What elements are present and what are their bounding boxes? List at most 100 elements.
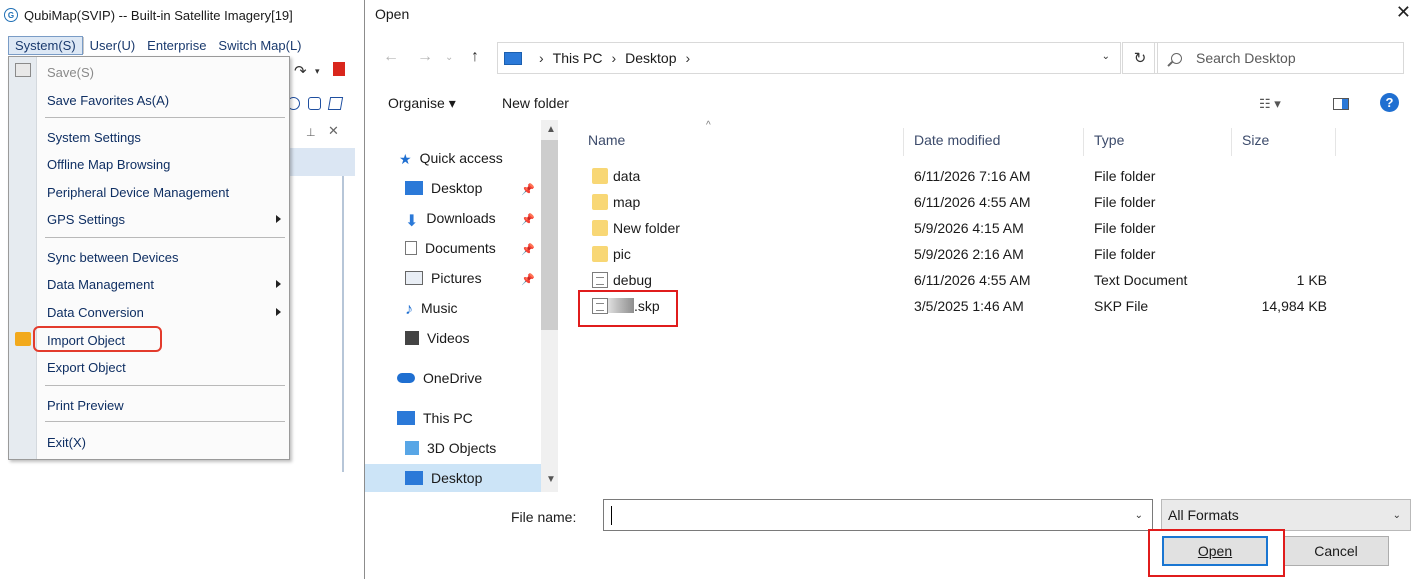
menu-switch-map[interactable]: Switch Map(L) xyxy=(212,37,307,54)
refresh-icon[interactable]: ↻ xyxy=(1122,42,1158,74)
pin-panel-icon[interactable]: ⊥ xyxy=(306,126,316,139)
column-divider[interactable] xyxy=(1335,128,1336,156)
system-menu: Save(S) Save Favorites As(A) System Sett… xyxy=(8,56,290,460)
menu-system[interactable]: System(S) xyxy=(8,35,83,55)
chevron-down-icon[interactable]: ⌄ xyxy=(1135,510,1143,521)
delete-icon xyxy=(333,62,345,76)
menu-item-print-preview[interactable]: Print Preview xyxy=(37,393,289,417)
file-type: SKP File xyxy=(1094,298,1149,314)
menu-item-data-conversion[interactable]: Data Conversion xyxy=(37,300,289,324)
text-caret xyxy=(611,506,612,525)
highlight-skp-file xyxy=(578,290,678,327)
nav-downloads[interactable]: ⬇ Downloads xyxy=(405,204,496,232)
folder-icon xyxy=(592,246,608,262)
folder-icon xyxy=(592,194,608,210)
menu-item-peripheral-device-management[interactable]: Peripheral Device Management xyxy=(37,180,289,204)
nav-desktop[interactable]: Desktop xyxy=(405,464,482,492)
menu-item-offline-map-browsing[interactable]: Offline Map Browsing xyxy=(37,152,289,176)
file-row[interactable]: data 6/11/2026 7:16 AM File folder xyxy=(565,163,1365,189)
panel-border xyxy=(342,176,344,472)
nav-3d-objects[interactable]: 3D Objects xyxy=(405,434,496,462)
column-divider[interactable] xyxy=(903,128,904,156)
menu-item-save[interactable]: Save(S) xyxy=(37,60,289,84)
menu-item-system-settings[interactable]: System Settings xyxy=(37,125,289,149)
import-folder-icon xyxy=(15,332,31,346)
pin-icon[interactable]: 📌 xyxy=(521,183,535,196)
column-name[interactable]: Name xyxy=(588,132,625,148)
file-name-input[interactable]: ⌄ xyxy=(603,499,1153,531)
nav-desktop-pinned[interactable]: Desktop xyxy=(405,174,482,202)
column-type[interactable]: Type xyxy=(1094,132,1124,148)
nav-label: Quick access xyxy=(419,150,503,166)
file-type: Text Document xyxy=(1094,272,1188,288)
help-icon[interactable]: ? xyxy=(1380,93,1399,112)
column-divider[interactable] xyxy=(1083,128,1084,156)
cancel-button[interactable]: Cancel xyxy=(1283,536,1389,566)
pc-icon xyxy=(504,51,522,65)
app-title-bar: G QubiMap(SVIP) -- Built-in Satellite Im… xyxy=(0,0,355,30)
pin-icon[interactable]: 📌 xyxy=(521,213,535,226)
nav-scrollbar-thumb[interactable] xyxy=(541,140,558,330)
navigation-pane: ★ Quick access Desktop 📌 ⬇ Downloads 📌 D… xyxy=(365,120,554,492)
address-bar[interactable]: › This PC › Desktop › ⌄ xyxy=(497,42,1121,74)
new-folder-button[interactable]: New folder xyxy=(502,95,569,111)
nav-quick-access[interactable]: ★ Quick access xyxy=(399,144,503,172)
menu-item-gps-settings[interactable]: GPS Settings xyxy=(37,207,289,231)
file-type-filter[interactable]: All Formats ⌄ xyxy=(1161,499,1411,531)
nav-onedrive[interactable]: OneDrive xyxy=(397,364,482,392)
recent-locations-icon[interactable]: ⌄ xyxy=(445,52,453,63)
menu-user[interactable]: User(U) xyxy=(82,36,142,54)
file-date: 6/11/2026 7:16 AM xyxy=(914,168,1031,184)
forward-icon[interactable]: → xyxy=(417,48,433,66)
file-date: 6/11/2026 4:55 AM xyxy=(914,194,1031,210)
file-row[interactable]: debug 6/11/2026 4:55 AM Text Document 1 … xyxy=(565,267,1365,293)
nav-videos[interactable]: Videos xyxy=(405,324,470,352)
open-dialog: Open ✕ ← → ⌄ ↑ › This PC › Desktop › ⌄ ↻… xyxy=(364,0,1423,579)
close-panel-icon[interactable]: ✕ xyxy=(328,123,339,139)
menu-enterprise[interactable]: Enterprise xyxy=(141,37,212,54)
scroll-up-icon[interactable]: ▲ xyxy=(546,124,556,135)
file-row[interactable]: pic 5/9/2026 2:16 AM File folder xyxy=(565,241,1365,267)
dialog-title: Open xyxy=(375,6,410,22)
menu-item-save-favorites-as[interactable]: Save Favorites As(A) xyxy=(37,88,289,112)
breadcrumb-this-pc[interactable]: This PC xyxy=(553,50,603,66)
file-date: 5/9/2026 2:16 AM xyxy=(914,246,1024,262)
nav-label: This PC xyxy=(423,410,473,426)
close-icon[interactable]: ✕ xyxy=(1396,2,1411,23)
breadcrumb-desktop[interactable]: Desktop xyxy=(625,50,676,66)
pin-icon[interactable]: 📌 xyxy=(521,273,535,286)
column-size[interactable]: Size xyxy=(1242,132,1269,148)
nav-this-pc[interactable]: This PC xyxy=(397,404,473,432)
menu-item-export-object[interactable]: Export Object xyxy=(37,355,289,379)
pin-icon[interactable]: 📌 xyxy=(521,243,535,256)
highlight-import-object xyxy=(33,326,162,352)
menu-item-data-management[interactable]: Data Management xyxy=(37,272,289,296)
nav-pictures[interactable]: Pictures xyxy=(405,264,482,292)
nav-label: 3D Objects xyxy=(427,440,497,456)
preview-pane-icon[interactable] xyxy=(1333,98,1349,110)
nav-music[interactable]: ♪ Music xyxy=(405,294,458,322)
nav-documents[interactable]: Documents xyxy=(405,234,496,262)
menu-item-exit[interactable]: Exit(X) xyxy=(37,430,289,454)
file-row[interactable]: .skp 3/5/2025 1:46 AM SKP File 14,984 KB xyxy=(565,293,1365,319)
text-document-icon xyxy=(592,272,608,288)
menu-separator xyxy=(45,385,285,386)
column-divider[interactable] xyxy=(1231,128,1232,156)
column-date-modified[interactable]: Date modified xyxy=(914,132,1000,148)
organise-button[interactable]: Organise ▾ xyxy=(388,95,456,112)
back-icon[interactable]: ← xyxy=(383,48,399,66)
search-input[interactable]: Search Desktop xyxy=(1154,42,1404,74)
file-date: 6/11/2026 4:55 AM xyxy=(914,272,1031,288)
documents-icon xyxy=(405,241,417,255)
file-row[interactable]: map 6/11/2026 4:55 AM File folder xyxy=(565,189,1365,215)
menu-item-sync-between-devices[interactable]: Sync between Devices xyxy=(37,245,289,269)
file-size: 1 KB xyxy=(1296,272,1327,288)
up-icon[interactable]: ↑ xyxy=(471,48,479,66)
chevron-down-icon[interactable]: ⌄ xyxy=(1102,51,1110,62)
file-row[interactable]: New folder 5/9/2026 4:15 AM File folder xyxy=(565,215,1365,241)
view-options-icon[interactable]: ☷ ▾ xyxy=(1259,96,1281,112)
menu-separator xyxy=(45,421,285,422)
folder-icon xyxy=(592,220,608,236)
desktop-icon xyxy=(405,471,423,485)
scroll-down-icon[interactable]: ▼ xyxy=(546,474,556,485)
